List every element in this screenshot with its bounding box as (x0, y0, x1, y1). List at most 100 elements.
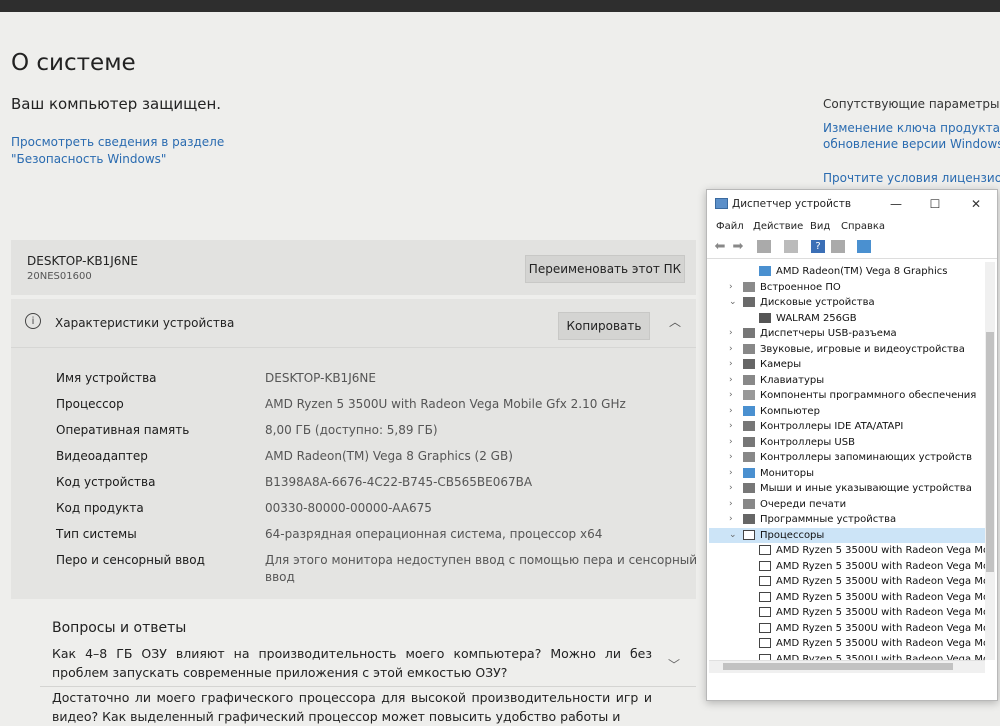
device-tree-node[interactable]: › Клавиатуры (709, 373, 985, 388)
device-tree[interactable]: AMD Radeon(TM) Vega 8 Graphics › Встроенно… (709, 262, 985, 660)
device-tree-node[interactable]: AMD Ryzen 5 3500U with Radeon Vega Mobi (709, 605, 985, 620)
chevron-up-icon[interactable]: ︿ (669, 313, 681, 330)
chevron-right-icon[interactable]: › (729, 512, 733, 527)
chevron-down-icon[interactable]: ﹀ (668, 656, 680, 673)
device-tree-node[interactable]: › Контроллеры запоминающих устройств (709, 450, 985, 465)
device-specs-card: i Характеристики устройства Копировать ︿… (11, 299, 698, 599)
device-tree-node[interactable]: › Контроллеры IDE ATA/ATAPI (709, 419, 985, 434)
device-manager-titlebar[interactable]: Диспетчер устройств — ☐ ✕ (707, 190, 997, 218)
firmware-icon (743, 281, 755, 292)
spec-label: Тип системы (56, 527, 137, 541)
chevron-right-icon[interactable]: › (729, 373, 733, 388)
device-tree-node[interactable]: AMD Ryzen 5 3500U with Radeon Vega Mobi (709, 621, 985, 636)
spec-value-continued: ввод (265, 570, 295, 584)
chevron-right-icon[interactable]: › (729, 497, 733, 512)
device-tree-node[interactable]: › Компьютер (709, 404, 985, 419)
change-product-key-link[interactable]: Изменение ключа продукта или (823, 120, 1000, 136)
chevron-right-icon[interactable]: › (729, 435, 733, 450)
cpu-icon (759, 622, 771, 633)
device-tree-node[interactable]: WALRAM 256GB (709, 311, 985, 326)
spec-label: Код продукта (56, 501, 144, 515)
device-tree-node[interactable]: › Встроенное ПО (709, 280, 985, 295)
qa-divider (40, 686, 696, 687)
back-arrow-icon[interactable]: ⬅ (713, 240, 727, 253)
menu-help[interactable]: Справка (841, 221, 885, 232)
minimize-icon[interactable]: — (885, 195, 907, 213)
device-tree-label: AMD Ryzen 5 3500U with Radeon Vega Mobi (776, 622, 985, 634)
device-tree-node[interactable]: AMD Ryzen 5 3500U with Radeon Vega Mobi (709, 636, 985, 651)
disk-icon (759, 312, 771, 323)
cpu-icon (759, 638, 771, 648)
menu-file[interactable]: Файл (716, 221, 744, 232)
device-tree-node[interactable]: AMD Ryzen 5 3500U with Radeon Vega Mobi (709, 590, 985, 605)
spec-value: B1398A8A-6676-4C22-B745-CB565BE067BA (265, 475, 533, 489)
maximize-icon[interactable]: ☐ (924, 195, 946, 213)
update-driver-icon[interactable] (831, 240, 845, 253)
cpu-icon (743, 529, 755, 540)
device-tree-label: Компьютер (760, 405, 820, 417)
chevron-right-icon[interactable]: › (729, 280, 733, 295)
chevron-down-icon[interactable]: ⌄ (729, 295, 737, 310)
qa-question-1[interactable]: Как 4–8 ГБ ОЗУ влияют на производительно… (52, 644, 652, 682)
device-manager-window[interactable]: Диспетчер устройств — ☐ ✕ Файл Действие … (706, 189, 998, 701)
device-tree-node[interactable]: › Мониторы (709, 466, 985, 481)
device-tree-node[interactable]: › Камеры (709, 357, 985, 372)
device-tree-node[interactable]: › Мыши и иные указывающие устройства (709, 481, 985, 496)
device-manager-toolbar: ⬅ ➡ ? (707, 236, 997, 259)
device-tree-node[interactable]: › Компоненты программного обеспечения (709, 388, 985, 403)
menu-view[interactable]: Вид (810, 221, 830, 232)
horizontal-scroll-thumb[interactable] (723, 663, 953, 670)
vertical-scrollbar[interactable] (985, 262, 995, 660)
device-tree-node[interactable]: AMD Ryzen 5 3500U with Radeon Vega Mobi (709, 543, 985, 558)
spec-value: Для этого монитора недоступен ввод с пом… (265, 553, 698, 567)
device-tree-node[interactable]: › Очереди печати (709, 497, 985, 512)
close-icon[interactable]: ✕ (965, 195, 987, 213)
spec-value: DESKTOP-KB1J6NE (265, 371, 376, 385)
properties-icon[interactable] (784, 240, 798, 253)
device-tree-node[interactable]: AMD Ryzen 5 3500U with Radeon Vega Mobi (709, 559, 985, 574)
vertical-scroll-thumb[interactable] (986, 332, 994, 572)
device-tree-label: Процессоры (760, 529, 825, 541)
upgrade-windows-link[interactable]: обновление версии Windows (823, 136, 1000, 152)
license-terms-link[interactable]: Прочтите условия лицензионно (823, 170, 1000, 186)
device-specs-header[interactable]: i Характеристики устройства Копировать ︿ (11, 299, 696, 348)
horizontal-scrollbar[interactable] (709, 660, 985, 673)
ide-icon (743, 421, 755, 431)
device-tree-label: AMD Ryzen 5 3500U with Radeon Vega Mobi (776, 560, 985, 572)
device-tree-node[interactable]: AMD Radeon(TM) Vega 8 Graphics (709, 264, 985, 279)
chevron-right-icon[interactable]: › (729, 357, 733, 372)
qa-title: Вопросы и ответы (52, 620, 187, 636)
chevron-right-icon[interactable]: › (729, 342, 733, 357)
scan-hardware-icon[interactable] (857, 240, 871, 253)
chevron-right-icon[interactable]: › (729, 388, 733, 403)
device-tree-node[interactable]: › Диспетчеры USB-разъема (709, 326, 985, 341)
device-tree-node[interactable]: › Контроллеры USB (709, 435, 985, 450)
qa-question-2[interactable]: Достаточно ли моего графического процесс… (52, 688, 652, 726)
software-device-icon (743, 514, 755, 524)
device-tree-node[interactable]: ⌄ Дисковые устройства (709, 295, 985, 310)
menu-action[interactable]: Действие (753, 221, 803, 232)
spec-value: AMD Radeon(TM) Vega 8 Graphics (2 GB) (265, 449, 513, 463)
device-tree-node[interactable]: › Программные устройства (709, 512, 985, 527)
device-tree-label: AMD Radeon(TM) Vega 8 Graphics (776, 266, 948, 277)
help-icon[interactable]: ? (811, 240, 825, 253)
rename-pc-button[interactable]: Переименовать этот ПК (525, 255, 685, 283)
chevron-right-icon[interactable]: › (729, 326, 733, 341)
device-tree-node[interactable]: AMD Ryzen 5 3500U with Radeon Vega Mobi (709, 574, 985, 589)
pc-name-card: DESKTOP-KB1J6NE 20NES01600 Переименовать… (11, 240, 696, 295)
device-tree-node[interactable]: AMD Ryzen 5 3500U with Radeon Vega Mobi (709, 652, 985, 660)
chevron-right-icon[interactable]: › (729, 450, 733, 465)
chevron-right-icon[interactable]: › (729, 419, 733, 434)
copy-button[interactable]: Копировать (558, 312, 650, 340)
device-tree-node[interactable]: ⌄ Процессоры (709, 527, 985, 543)
show-hide-tree-icon[interactable] (757, 240, 771, 253)
chevron-right-icon[interactable]: › (729, 466, 733, 481)
security-link[interactable]: Просмотреть сведения в разделе "Безопасн… (11, 134, 311, 168)
chevron-right-icon[interactable]: › (729, 481, 733, 496)
chevron-right-icon[interactable]: › (729, 404, 733, 419)
forward-arrow-icon[interactable]: ➡ (731, 240, 745, 253)
device-tree-label: Контроллеры IDE ATA/ATAPI (760, 421, 904, 432)
device-tree-node[interactable]: › Звуковые, игровые и видеоустройства (709, 342, 985, 357)
chevron-down-icon[interactable]: ⌄ (729, 528, 737, 543)
device-tree-label: Мониторы (760, 467, 814, 479)
